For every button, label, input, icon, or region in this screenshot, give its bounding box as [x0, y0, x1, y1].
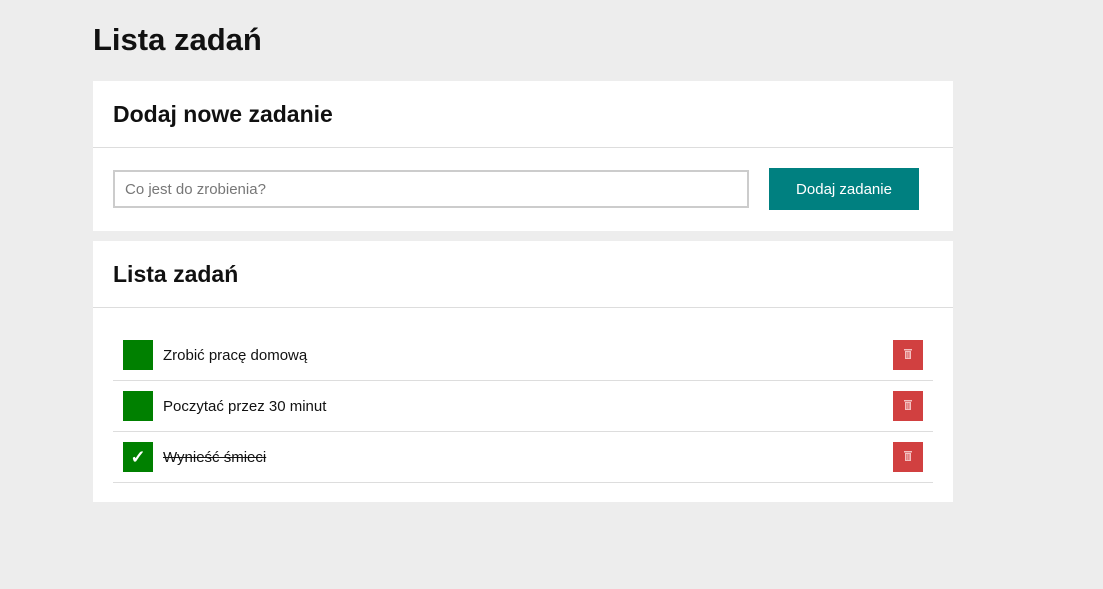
task-checkbox[interactable]: [123, 340, 153, 370]
task-row: Zrobić pracę domową: [113, 330, 933, 381]
add-task-heading: Dodaj nowe zadanie: [93, 81, 953, 148]
task-list-heading: Lista zadań: [93, 241, 953, 308]
delete-task-button[interactable]: [893, 340, 923, 370]
task-list: [93, 308, 953, 328]
add-task-card: Dodaj nowe zadanie Dodaj zadanie: [93, 81, 953, 231]
task-checkbox[interactable]: [123, 391, 153, 421]
delete-task-button[interactable]: [893, 442, 923, 472]
task-row: ✓ Wynieść śmieci: [113, 432, 933, 483]
task-label: Zrobić pracę domową: [163, 346, 308, 364]
task-label: Poczytać przez 30 minut: [163, 397, 327, 415]
task-input[interactable]: [113, 170, 749, 208]
check-icon: ✓: [130, 446, 146, 467]
task-label: Wynieść śmieci: [163, 448, 267, 466]
trash-icon: [903, 348, 913, 363]
task-list-card: Lista zadań Zrobić pracę domową Poczytać…: [93, 241, 953, 502]
trash-icon: [903, 450, 913, 465]
task-checkbox[interactable]: ✓: [123, 442, 153, 472]
trash-icon: [903, 399, 913, 414]
page-title: Lista zadań: [93, 22, 262, 57]
add-task-button[interactable]: Dodaj zadanie: [769, 168, 919, 210]
delete-task-button[interactable]: [893, 391, 923, 421]
task-row: Poczytać przez 30 minut: [113, 381, 933, 432]
